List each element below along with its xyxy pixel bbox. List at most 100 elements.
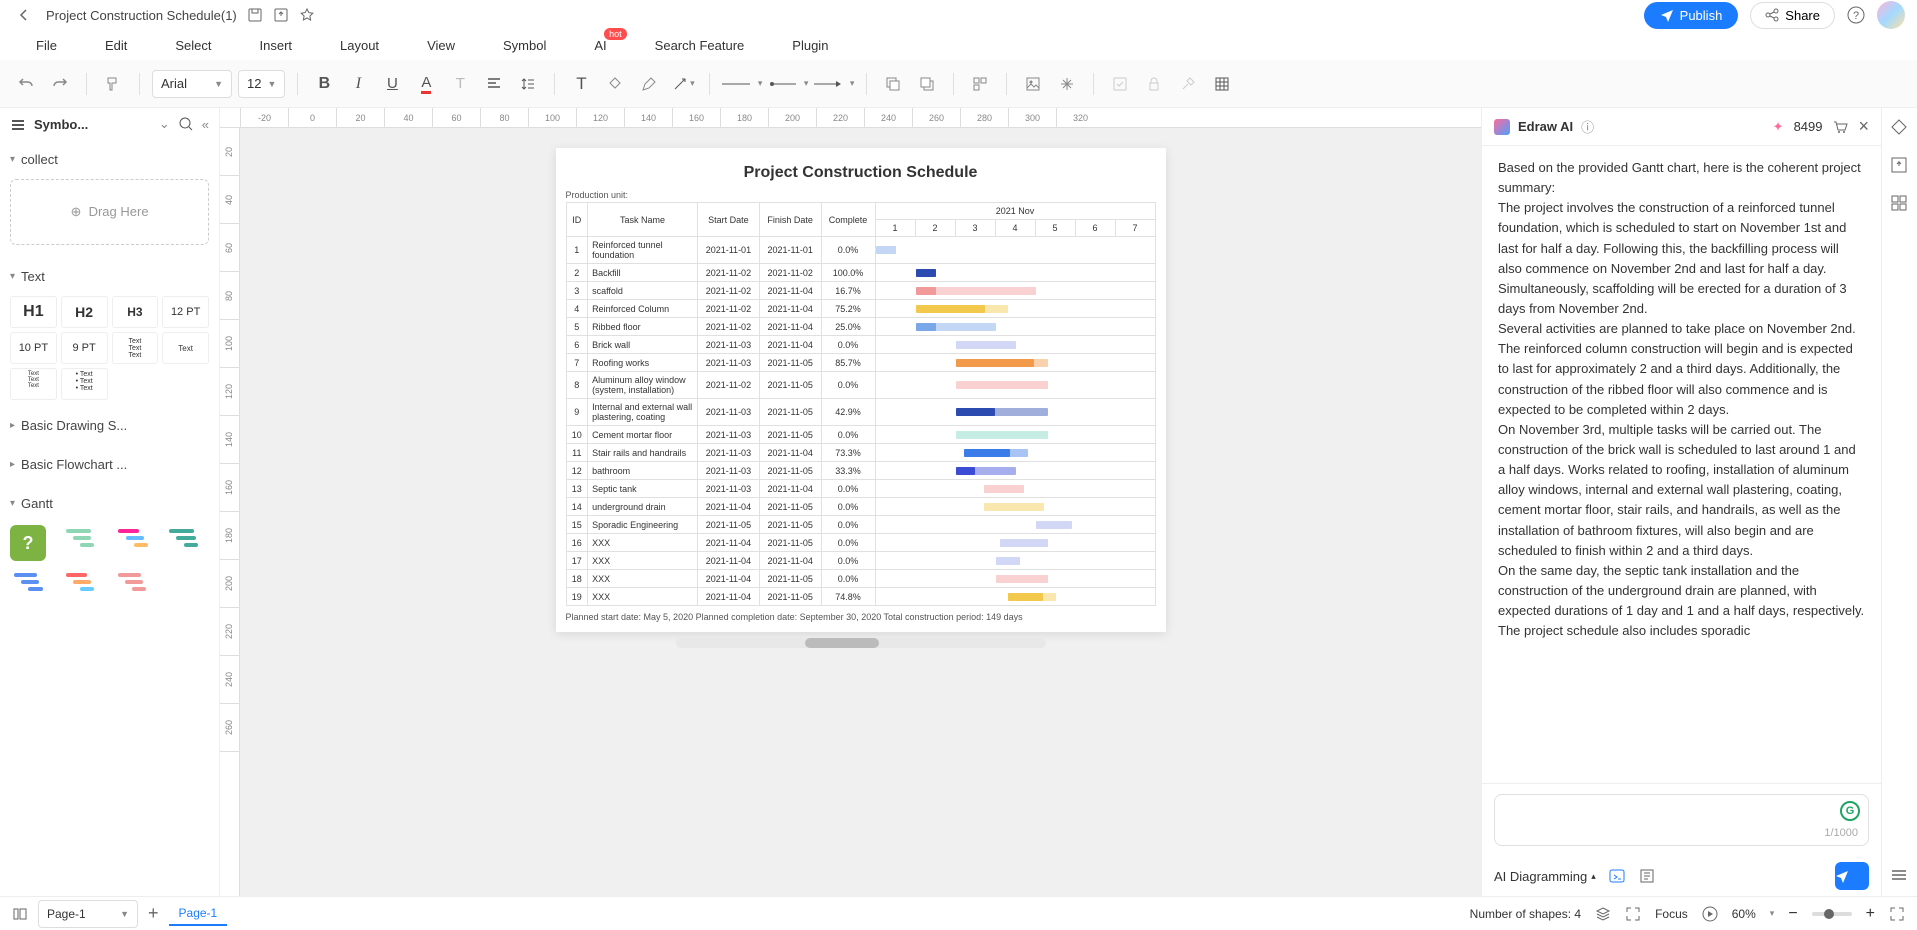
task-row[interactable]: 8Aluminum alloy window (system, installa… (566, 372, 1155, 399)
menu-file[interactable]: File (12, 34, 81, 57)
gantt-thumb-3[interactable] (165, 525, 209, 553)
section-collect[interactable]: ▾collect (10, 146, 209, 173)
zoom-out-button[interactable]: − (1788, 905, 1797, 923)
font-color-button[interactable]: A (412, 70, 440, 98)
gantt-thumb-1[interactable] (62, 525, 106, 553)
grammarly-icon[interactable]: G (1840, 801, 1860, 821)
task-row[interactable]: 5Ribbed floor2021-11-022021-11-0425.0% (566, 318, 1155, 336)
page[interactable]: Project Construction Schedule Production… (556, 148, 1166, 632)
text-h1[interactable]: H1 (10, 296, 57, 328)
task-row[interactable]: 1Reinforced tunnel foundation2021-11-012… (566, 237, 1155, 264)
task-row[interactable]: 19XXX2021-11-042021-11-0574.8% (566, 588, 1155, 606)
gantt-thumb-2[interactable] (114, 525, 158, 553)
zoom-slider[interactable] (1812, 912, 1852, 916)
text-10pt[interactable]: 10 PT (10, 332, 57, 364)
back-button[interactable] (12, 7, 36, 23)
play-icon[interactable] (1702, 906, 1718, 922)
font-size-select[interactable]: 12▼ (238, 70, 285, 98)
section-text[interactable]: ▾Text (10, 263, 209, 290)
menu-plugin[interactable]: Plugin (768, 34, 852, 57)
ai-diagramming-button[interactable]: AI Diagramming▴ (1494, 869, 1596, 884)
section-basic-drawing[interactable]: ▸Basic Drawing S... (10, 412, 209, 439)
connector-button[interactable]: ▾ (669, 70, 697, 98)
task-row[interactable]: 16XXX2021-11-042021-11-050.0% (566, 534, 1155, 552)
format-painter-icon[interactable] (99, 70, 127, 98)
text-12pt[interactable]: 12 PT (162, 296, 209, 328)
gantt-thumb-4[interactable] (10, 569, 54, 597)
menu-layout[interactable]: Layout (316, 34, 403, 57)
table-icon[interactable] (1208, 70, 1236, 98)
italic-button[interactable]: I (344, 70, 372, 98)
tools-icon[interactable] (1174, 70, 1202, 98)
text-bullets[interactable]: • Text• Text• Text (61, 368, 108, 400)
share-button[interactable]: Share (1750, 2, 1835, 29)
font-select[interactable]: Arial▼ (152, 70, 232, 98)
fill-button[interactable] (601, 70, 629, 98)
group-button[interactable] (966, 70, 994, 98)
text-single[interactable]: Text (162, 332, 209, 364)
export-panel-icon[interactable] (1890, 156, 1910, 176)
ai-tool-icon-1[interactable] (1608, 867, 1626, 885)
lock-icon[interactable] (1140, 70, 1168, 98)
bold-button[interactable]: B (310, 70, 338, 98)
layer-back-button[interactable] (879, 70, 907, 98)
library-icon[interactable] (10, 116, 26, 132)
edit-disabled-icon[interactable] (1106, 70, 1134, 98)
layer-front-button[interactable] (913, 70, 941, 98)
task-row[interactable]: 2Backfill2021-11-022021-11-02100.0% (566, 264, 1155, 282)
fullscreen-icon[interactable] (1889, 906, 1905, 922)
close-icon[interactable]: × (1858, 116, 1869, 137)
focus-label[interactable]: Focus (1655, 907, 1688, 921)
task-row[interactable]: 7Roofing works2021-11-032021-11-0585.7% (566, 354, 1155, 372)
zoom-level[interactable]: 60% (1732, 907, 1756, 921)
layers-icon[interactable] (1595, 906, 1611, 922)
section-gantt[interactable]: ▾Gantt (10, 490, 209, 517)
effects-button[interactable] (1053, 70, 1081, 98)
text-h3[interactable]: H3 (112, 296, 159, 328)
task-row[interactable]: 12bathroom2021-11-032021-11-0533.3% (566, 462, 1155, 480)
menu-insert[interactable]: Insert (236, 34, 317, 57)
page-list-icon[interactable] (12, 906, 28, 922)
undo-button[interactable] (12, 70, 40, 98)
menu-symbol[interactable]: Symbol (479, 34, 570, 57)
gantt-thumb-5[interactable] (62, 569, 106, 597)
horizontal-scrollbar[interactable] (676, 638, 1046, 648)
send-button[interactable] (1835, 862, 1869, 890)
publish-button[interactable]: Publish (1644, 2, 1739, 29)
text-9pt[interactable]: 9 PT (61, 332, 108, 364)
image-button[interactable] (1019, 70, 1047, 98)
align-button[interactable] (480, 70, 508, 98)
help-bubble[interactable]: ? (10, 525, 46, 561)
task-row[interactable]: 11Stair rails and handrails2021-11-03202… (566, 444, 1155, 462)
add-page-button[interactable]: + (148, 903, 159, 924)
menu-view[interactable]: View (403, 34, 479, 57)
text-box[interactable]: TextTextText (10, 368, 57, 400)
task-row[interactable]: 6Brick wall2021-11-032021-11-040.0% (566, 336, 1155, 354)
zoom-in-button[interactable]: + (1866, 905, 1875, 923)
menu-select[interactable]: Select (151, 34, 235, 57)
text-tool-button[interactable]: T (567, 70, 595, 98)
fit-icon[interactable] (1625, 906, 1641, 922)
underline-button[interactable]: U (378, 70, 406, 98)
menu-ai[interactable]: AIhot (570, 34, 630, 57)
task-row[interactable]: 4Reinforced Column2021-11-022021-11-0475… (566, 300, 1155, 318)
arrow-start-button[interactable]: ▾ (768, 70, 808, 98)
section-basic-flowchart[interactable]: ▸Basic Flowchart ... (10, 451, 209, 478)
chevron-down-icon[interactable]: ⌄ (159, 116, 170, 132)
text-multiline[interactable]: TextTextText (112, 332, 159, 364)
text-style-button[interactable]: T (446, 70, 474, 98)
menu-icon[interactable] (1890, 866, 1910, 886)
save-icon[interactable] (247, 7, 263, 23)
page-tab-1[interactable]: Page-1 (169, 902, 228, 926)
pen-button[interactable] (635, 70, 663, 98)
star-icon[interactable] (299, 7, 315, 23)
drop-zone[interactable]: ⊕ Drag Here (10, 179, 209, 245)
grid-icon[interactable] (1890, 194, 1910, 214)
ai-input[interactable]: G 1/1000 (1494, 794, 1869, 846)
help-icon[interactable]: ? (1847, 6, 1865, 24)
export-icon[interactable] (273, 7, 289, 23)
avatar[interactable] (1877, 1, 1905, 29)
line-style-button[interactable]: ▾ (722, 70, 762, 98)
task-row[interactable]: 18XXX2021-11-042021-11-050.0% (566, 570, 1155, 588)
ai-tool-icon-2[interactable] (1638, 867, 1656, 885)
